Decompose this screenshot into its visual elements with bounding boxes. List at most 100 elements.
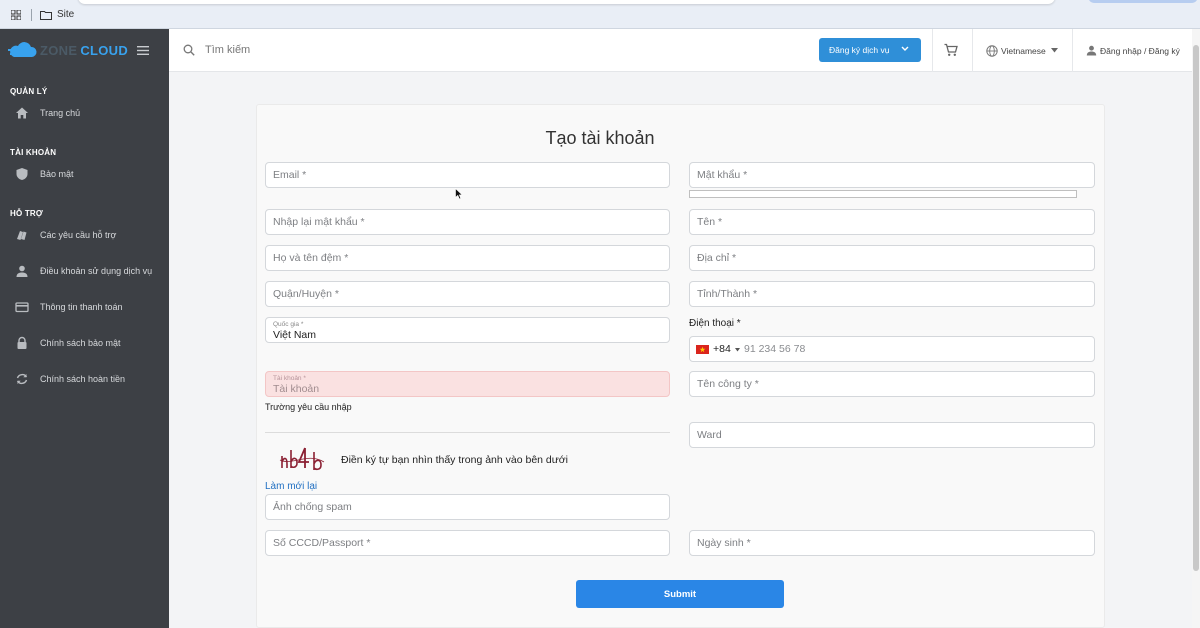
password-field[interactable] xyxy=(689,162,1095,188)
login-register-link[interactable]: Đăng nhập / Đăng ký xyxy=(1086,44,1180,57)
sidebar-item-terms[interactable]: Điều khoản sử dụng dịch vụ xyxy=(0,260,169,282)
brand-name-part2: CLOUD xyxy=(80,42,129,58)
search-icon[interactable] xyxy=(183,44,195,56)
caret-down-icon xyxy=(1050,48,1058,53)
password-input[interactable] xyxy=(690,163,1094,187)
country-value: Việt Nam xyxy=(273,329,316,341)
register-service-button[interactable]: Đăng ký dịch vụ xyxy=(819,38,921,62)
captcha-image xyxy=(279,447,325,471)
sidebar: ZONE CLOUD QUẢN LÝ Trang chủ TÀI KHOẢN B… xyxy=(0,29,169,628)
password-strength-meter xyxy=(689,190,1077,198)
page-scrollbar[interactable] xyxy=(1192,29,1200,628)
refresh-icon xyxy=(16,373,28,385)
last-name-field[interactable] xyxy=(265,245,670,271)
username-error-message: Trường yêu cầu nhập xyxy=(265,402,352,412)
sidebar-item-label: Các yêu cầu hỗ trợ xyxy=(40,230,117,240)
district-input[interactable] xyxy=(266,282,669,306)
phone-country-code[interactable]: +84 xyxy=(713,343,731,355)
brand-logo[interactable]: ZONE CLOUD xyxy=(8,41,128,59)
ward-input[interactable] xyxy=(690,423,1094,447)
confirm-password-field[interactable] xyxy=(265,209,670,235)
login-label: Đăng nhập / Đăng ký xyxy=(1100,45,1180,56)
email-field[interactable] xyxy=(265,162,670,188)
captcha-instruction: Điền ký tự bạn nhìn thấy trong ảnh vào b… xyxy=(341,454,569,466)
country-label: Quốc gia * xyxy=(273,321,304,328)
first-name-input[interactable] xyxy=(690,210,1094,234)
header-divider xyxy=(1072,29,1073,72)
username-field[interactable]: Tài khoản * Tài khoản xyxy=(265,371,670,397)
vietnam-flag-icon[interactable] xyxy=(696,345,709,354)
home-icon xyxy=(16,107,28,119)
sidebar-item-support-tickets[interactable]: Các yêu cầu hỗ trợ xyxy=(0,224,169,246)
browser-toolbar: Site xyxy=(0,0,1200,29)
username-label: Tài khoản * xyxy=(273,375,306,382)
phone-label: Điện thoại * xyxy=(689,318,741,329)
submit-button[interactable]: Submit xyxy=(576,580,784,608)
province-field[interactable] xyxy=(689,281,1095,307)
first-name-field[interactable] xyxy=(689,209,1095,235)
sidebar-item-label: Thông tin thanh toán xyxy=(40,302,123,312)
phone-field[interactable]: +84 xyxy=(689,336,1095,362)
sidebar-section-account: TÀI KHOẢN xyxy=(10,148,57,157)
globe-icon xyxy=(986,44,998,57)
sidebar-item-label: Trang chủ xyxy=(40,108,81,118)
folder-icon xyxy=(40,11,52,20)
captcha-refresh-link[interactable]: Làm mới lại xyxy=(265,481,317,492)
header-divider xyxy=(972,29,973,72)
username-placeholder: Tài khoản xyxy=(273,383,320,395)
sidebar-item-label: Điều khoản sử dụng dịch vụ xyxy=(40,266,153,276)
sidebar-section-manage: QUẢN LÝ xyxy=(10,87,48,96)
cart-icon[interactable] xyxy=(944,43,958,57)
sidebar-item-privacy-policy[interactable]: Chính sách bảo mật xyxy=(0,332,169,354)
last-name-input[interactable] xyxy=(266,246,669,270)
id-number-field[interactable] xyxy=(265,530,670,556)
person-icon xyxy=(16,265,28,277)
language-selector[interactable]: Vietnamese xyxy=(986,44,1058,57)
divider xyxy=(265,432,670,433)
address-field[interactable] xyxy=(689,245,1095,271)
breadcrumb-site[interactable]: Site xyxy=(57,9,74,20)
mouse-cursor-icon xyxy=(455,188,463,200)
lock-icon xyxy=(17,336,27,349)
district-field[interactable] xyxy=(265,281,670,307)
sidebar-item-label: Bảo mật xyxy=(40,169,74,179)
address-bar[interactable] xyxy=(78,0,1055,4)
browser-action-button[interactable] xyxy=(1088,0,1198,3)
shield-icon xyxy=(16,168,28,180)
sidebar-section-support: HỖ TRỢ xyxy=(10,209,43,218)
credit-card-icon xyxy=(15,302,29,313)
sidebar-item-label: Chính sách bảo mật xyxy=(40,338,121,348)
menu-toggle-icon[interactable] xyxy=(137,46,149,55)
confirm-password-input[interactable] xyxy=(266,210,669,234)
sidebar-item-security[interactable]: Bảo mật xyxy=(0,163,169,185)
header-divider xyxy=(932,29,933,72)
cloud-logo-icon xyxy=(8,42,37,57)
caret-down-icon[interactable] xyxy=(735,348,740,352)
phone-input[interactable] xyxy=(744,337,1084,361)
language-label: Vietnamese xyxy=(1001,45,1046,56)
search-input[interactable] xyxy=(205,41,505,59)
address-input[interactable] xyxy=(690,246,1094,270)
sidebar-item-home[interactable]: Trang chủ xyxy=(0,102,169,124)
sidebar-item-payment-info[interactable]: Thông tin thanh toán xyxy=(0,296,169,318)
captcha-field[interactable] xyxy=(265,494,670,520)
top-header: Đăng ký dịch vụ Vietnamese Đăng nhập / Đ… xyxy=(169,29,1192,72)
brand-name-part1: ZONE xyxy=(40,42,78,58)
ward-field[interactable] xyxy=(689,422,1095,448)
apps-grid-icon[interactable] xyxy=(11,10,21,20)
page-title: Tạo tài khoản xyxy=(545,128,655,148)
country-select[interactable]: Quốc gia * Việt Nam xyxy=(265,317,670,343)
user-icon xyxy=(1086,45,1097,56)
province-input[interactable] xyxy=(690,282,1094,306)
sidebar-item-refund-policy[interactable]: Chính sách hoàn tiền xyxy=(0,368,169,390)
id-number-input[interactable] xyxy=(266,531,669,555)
chevron-down-icon xyxy=(901,46,909,51)
toolbar-divider xyxy=(31,9,32,21)
company-field[interactable] xyxy=(689,371,1095,397)
birthday-input[interactable] xyxy=(690,531,1094,555)
company-input[interactable] xyxy=(690,372,1094,396)
email-input[interactable] xyxy=(266,163,669,187)
captcha-input[interactable] xyxy=(266,495,669,519)
scrollbar-thumb[interactable] xyxy=(1193,45,1199,571)
birthday-field[interactable] xyxy=(689,530,1095,556)
